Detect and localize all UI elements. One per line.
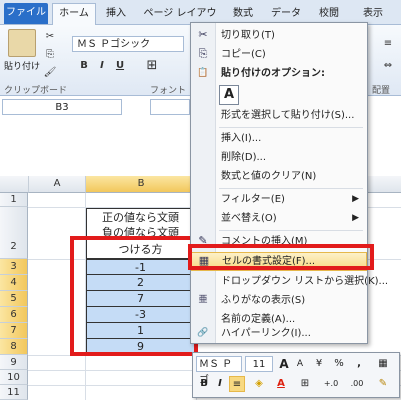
select-all-corner[interactable] [0,176,29,193]
submenu-arrow-icon: ▶ [352,194,359,204]
menu-item-label: 数式と値のクリア(N) [221,171,317,182]
menu-item-label: ハイパーリンク(I)... [221,328,311,339]
row-header-7[interactable]: 7 [0,323,28,339]
comma-button[interactable]: , [351,356,367,372]
menu-item-paste-special[interactable]: 形式を選択して貼り付け(S)... [191,107,367,124]
paste-icon[interactable] [8,29,36,57]
tab-file[interactable]: ファイル [4,3,48,24]
row-header-6[interactable]: 6 [0,307,28,323]
menu-item-clear-contents[interactable]: 数式と値のクリア(N) [191,168,367,185]
menu-item-hyperlink[interactable]: 🔗 ハイパーリンク(I)... [191,325,367,342]
row-header-10[interactable]: 10 [0,370,28,385]
paintbrush-icon[interactable]: ✎ [373,376,393,392]
menu-item-pick-from-list[interactable]: ドロップダウン リストから選択(K)... [191,273,388,290]
row-header-4[interactable]: 4 [0,275,28,291]
paste-button-label[interactable]: 貼り付け [4,59,40,72]
menu-item-label: 貼り付けのオプション: [221,68,325,79]
decrease-decimal-button[interactable]: .00 [345,376,369,392]
tab-data[interactable]: データ [268,4,304,24]
row-header-8[interactable]: 8 [0,339,28,355]
menu-item-insert[interactable]: 挿入(I)... [191,130,367,147]
menu-item-label: ドロップダウン リストから選択(K)... [221,276,389,287]
row-header-11[interactable]: 11 [0,385,28,400]
copy-icon[interactable]: ⎘ [42,47,58,63]
mini-toolbar: ＭＳ Ｐゴ 11 A A ¥ % , ▦ B I ≡ ◈ A ⊞ +.0 .00… [192,352,400,398]
menu-item-label: フィルター(E) [221,194,285,205]
bold-button[interactable]: B [76,58,92,74]
grow-font-button[interactable]: A [277,356,291,372]
formula-input[interactable] [150,99,190,115]
menu-item-label: 切り取り(T) [221,30,275,41]
increase-decimal-button[interactable]: +.0 [319,376,343,392]
fill-color-icon[interactable]: ◈ [251,376,267,392]
font-color-button[interactable]: A [273,376,289,392]
menu-item-show-phonetic[interactable]: 亜 ふりがなの表示(S) [191,292,367,309]
mini-italic-button[interactable]: I [213,376,227,392]
italic-button[interactable]: I [94,58,110,74]
row-header-9[interactable]: 9 [0,355,28,370]
menu-item-delete[interactable]: 削除(D)... [191,149,367,166]
align-group-label: 配置 [372,86,391,96]
annotation-box-selection [70,236,198,356]
tab-review[interactable]: 校閲 [312,4,346,24]
mini-bold-button[interactable]: B [197,376,211,392]
border-icon[interactable]: ⊞ [297,376,313,392]
cut-icon[interactable]: ✂ [42,29,58,45]
tab-home[interactable]: ホーム [52,3,96,25]
hyperlink-icon: 🔗 [197,328,209,338]
copy-icon: ⎘ [198,47,208,60]
annotation-box-format-cells [188,244,374,270]
menu-separator [219,188,363,189]
context-menu: ✂ 切り取り(T) ⎘ コピー(C) 📋 貼り付けのオプション: A 形式を選択… [190,22,388,344]
font-group-label: フォント [150,86,187,96]
row-header-2[interactable]: 2 [0,207,28,259]
clipboard-group-label: クリップボード [4,86,68,96]
align-icon[interactable]: ≡ [380,36,396,52]
paste-values-icon[interactable]: A [219,85,239,105]
mini-size-box[interactable]: 11 [245,356,273,372]
merge-icon[interactable]: ⇔ [380,58,396,74]
menu-item-filter[interactable]: フィルター(E) ▶ [191,191,367,208]
row-header-1[interactable]: 1 [0,193,28,207]
scissors-icon: ✂ [198,28,208,41]
menu-item-label: 並べ替え(O) [221,213,277,224]
percent-button[interactable]: % [331,356,347,372]
menu-separator [219,127,363,128]
submenu-arrow-icon: ▶ [352,213,359,223]
tab-view[interactable]: 表示 [356,4,390,24]
menu-item-label: 削除(D)... [221,152,267,163]
phonetic-icon: 亜 [198,295,208,305]
menu-item-sort[interactable]: 並べ替え(O) ▶ [191,210,367,227]
menu-separator [219,230,363,231]
menu-item-label: 挿入(I)... [221,133,262,144]
clipboard-icon: 📋 [197,68,209,78]
tab-insert[interactable]: 挿入 [100,4,132,24]
cell-b2-line1: 正の値なら文頭 [102,211,179,224]
shrink-font-button[interactable]: A [293,356,307,372]
tab-page-layout[interactable]: ページ レイアウト [142,4,218,39]
underline-button[interactable]: U [112,58,128,74]
format-painter-icon[interactable]: ▦ [373,356,393,372]
column-header-a[interactable]: A [29,176,86,193]
font-name-box[interactable]: ＭＳ Ｐゴシック [72,36,184,52]
row-header-3[interactable]: 3 [0,259,28,275]
format-painter-icon[interactable]: 🖌 [42,65,58,81]
border-button[interactable]: ⊞ [144,58,160,74]
column-header-b[interactable]: B [86,176,197,193]
menu-item-cut[interactable]: ✂ 切り取り(T) [191,27,367,44]
menu-item-copy[interactable]: ⎘ コピー(C) [191,46,367,63]
menu-item-label: 形式を選択して貼り付け(S)... [221,110,355,121]
mini-align-center-button[interactable]: ≡ [229,376,245,392]
name-box[interactable]: B3 [2,99,122,115]
menu-item-paste-options: 📋 貼り付けのオプション: [191,65,367,82]
menu-item-label: ふりがなの表示(S) [221,295,306,306]
menu-item-label: コピー(C) [221,49,266,60]
tab-formulas[interactable]: 数式 [226,4,260,24]
row-header-5[interactable]: 5 [0,291,28,307]
currency-button[interactable]: ¥ [311,356,327,372]
mini-font-box[interactable]: ＭＳ Ｐゴ [196,356,242,386]
